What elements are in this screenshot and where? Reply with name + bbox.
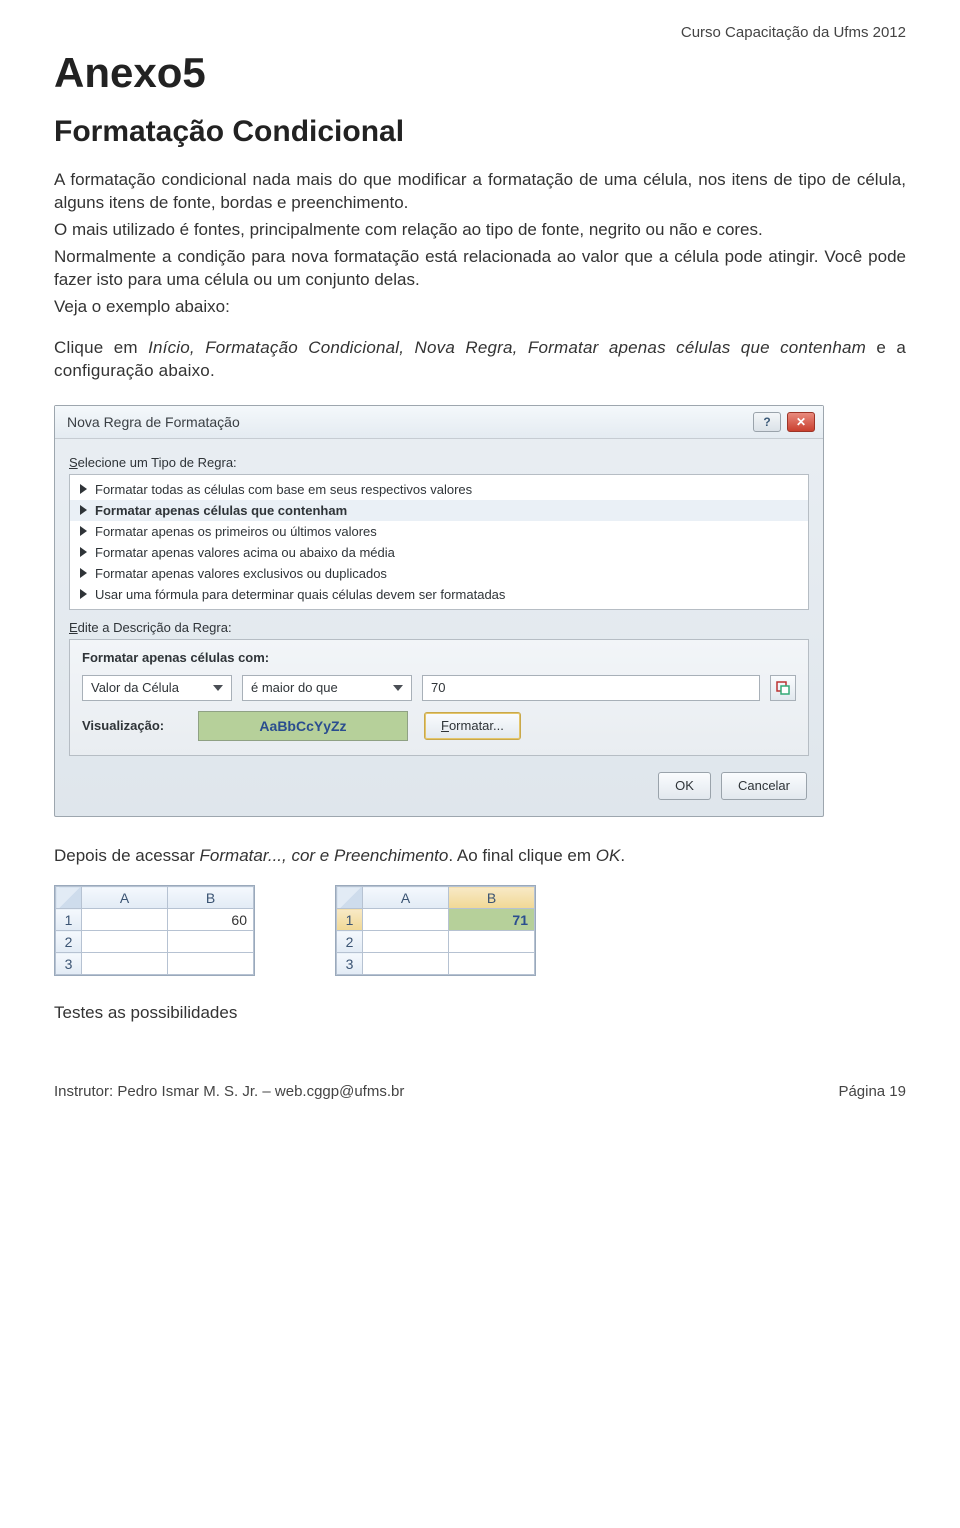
preview-box: AaBbCcYyZz: [198, 711, 408, 741]
cell-a2[interactable]: [363, 931, 449, 953]
paragraph-2: O mais utilizado é fontes, principalment…: [54, 219, 906, 242]
rule-item-1[interactable]: Formatar apenas células que contenham: [70, 500, 808, 521]
paragraph-5: Clique em Início, Formatação Condicional…: [54, 337, 906, 383]
triangle-icon: [80, 547, 87, 557]
cell-a1[interactable]: [82, 909, 168, 931]
spreadsheet-right: A B 1 71 2 3: [335, 885, 536, 976]
paragraph-1: A formatação condicional nada mais do qu…: [54, 169, 906, 215]
comparison-combo[interactable]: é maior do que: [242, 675, 412, 701]
cell-b1[interactable]: 60: [168, 909, 254, 931]
dialog-window: Nova Regra de Formatação ? ✕ Selecione u…: [54, 405, 824, 817]
col-header-a[interactable]: A: [363, 887, 449, 909]
rule-item-3[interactable]: Formatar apenas valores acima ou abaixo …: [70, 542, 808, 563]
footer-right: Página 19: [838, 1083, 906, 1100]
col-header-a[interactable]: A: [82, 887, 168, 909]
chevron-down-icon: [213, 685, 223, 691]
value-input[interactable]: 70: [422, 675, 760, 701]
close-button[interactable]: ✕: [787, 412, 815, 432]
triangle-icon: [80, 505, 87, 515]
row-header-1[interactable]: 1: [56, 909, 82, 931]
range-selector-button[interactable]: [770, 675, 796, 701]
footer-left: Instrutor: Pedro Ismar M. S. Jr. – web.c…: [54, 1083, 404, 1100]
chevron-down-icon: [393, 685, 403, 691]
rule-item-2[interactable]: Formatar apenas os primeiros ou últimos …: [70, 521, 808, 542]
cell-b3[interactable]: [168, 953, 254, 975]
dialog-titlebar: Nova Regra de Formatação ? ✕: [55, 406, 823, 439]
row-header-2[interactable]: 2: [56, 931, 82, 953]
cell-a2[interactable]: [82, 931, 168, 953]
preview-label: Visualização:: [82, 718, 182, 733]
col-header-b[interactable]: B: [449, 887, 535, 909]
ok-button[interactable]: OK: [658, 772, 711, 800]
rule-item-0[interactable]: Formatar todas as células com base em se…: [70, 479, 808, 500]
cancel-button[interactable]: Cancelar: [721, 772, 807, 800]
row-header-3[interactable]: 3: [337, 953, 363, 975]
format-button[interactable]: Formatar...: [424, 712, 521, 740]
select-all-corner[interactable]: [56, 887, 82, 909]
cell-a1[interactable]: [363, 909, 449, 931]
rule-item-5[interactable]: Usar uma fórmula para determinar quais c…: [70, 584, 808, 605]
cell-value-combo[interactable]: Valor da Célula: [82, 675, 232, 701]
range-selector-icon: [776, 681, 790, 695]
cell-b2[interactable]: [449, 931, 535, 953]
course-header: Curso Capacitação da Ufms 2012: [54, 24, 906, 41]
page-title-h2: Formatação Condicional: [54, 115, 906, 149]
spreadsheet-left: A B 1 60 2 3: [54, 885, 255, 976]
col-header-b[interactable]: B: [168, 887, 254, 909]
row-header-2[interactable]: 2: [337, 931, 363, 953]
page-title-h1: Anexo5: [54, 49, 906, 97]
select-rule-type-label: Selecione um Tipo de Regra:: [69, 455, 809, 470]
rule-item-4[interactable]: Formatar apenas valores exclusivos ou du…: [70, 563, 808, 584]
final-line: Testes as possibilidades: [54, 1002, 906, 1025]
row-header-3[interactable]: 3: [56, 953, 82, 975]
rule-type-list[interactable]: Formatar todas as células com base em se…: [69, 474, 809, 610]
cell-a3[interactable]: [363, 953, 449, 975]
triangle-icon: [80, 568, 87, 578]
row-header-1[interactable]: 1: [337, 909, 363, 931]
dialog-title: Nova Regra de Formatação: [67, 414, 240, 430]
rule-description-panel: Formatar apenas células com: Valor da Cé…: [69, 639, 809, 756]
cell-a3[interactable]: [82, 953, 168, 975]
triangle-icon: [80, 526, 87, 536]
cell-b2[interactable]: [168, 931, 254, 953]
help-button[interactable]: ?: [753, 412, 781, 432]
triangle-icon: [80, 589, 87, 599]
cell-b3[interactable]: [449, 953, 535, 975]
triangle-icon: [80, 484, 87, 494]
paragraph-3: Normalmente a condição para nova formata…: [54, 246, 906, 292]
paragraph-4: Veja o exemplo abaixo:: [54, 296, 906, 319]
format-only-cells-with-label: Formatar apenas células com:: [82, 650, 796, 665]
after-dialog-text: Depois de acessar Formatar..., cor e Pre…: [54, 845, 906, 868]
cell-b1[interactable]: 71: [449, 909, 535, 931]
edit-rule-description-label: Edite a Descrição da Regra:: [69, 620, 809, 635]
select-all-corner[interactable]: [337, 887, 363, 909]
